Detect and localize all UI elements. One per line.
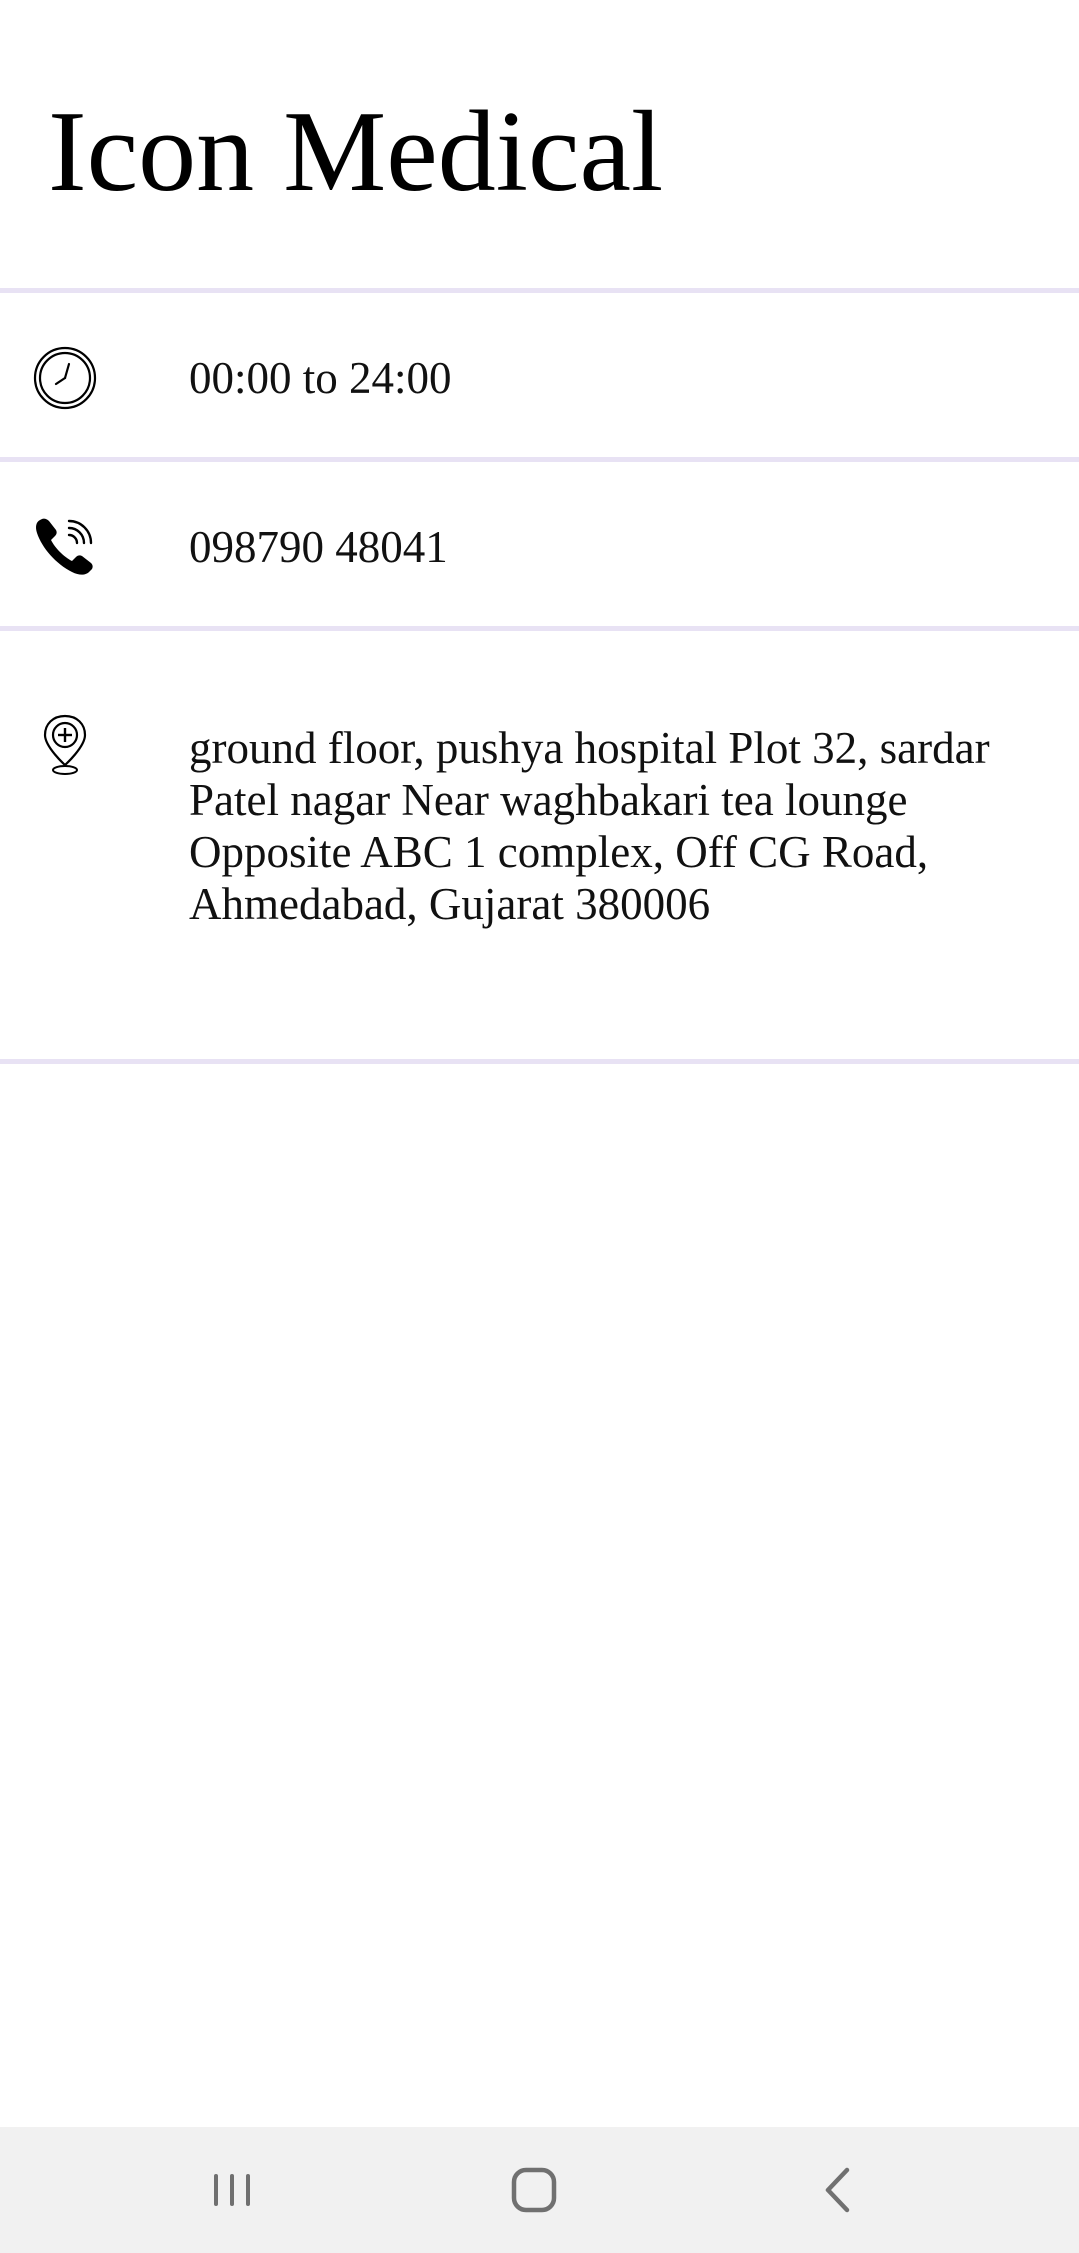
medical-location-pin-icon: [32, 712, 98, 778]
system-navigation-bar: [0, 2127, 1079, 2253]
page-title: Icon Medical: [48, 88, 664, 216]
divider: [0, 1059, 1079, 1064]
recent-apps-icon[interactable]: [197, 2157, 267, 2223]
divider: [0, 288, 1079, 293]
clock-icon: [32, 345, 98, 411]
phone-text[interactable]: 098790 48041: [189, 521, 448, 573]
back-icon[interactable]: [802, 2157, 872, 2223]
divider: [0, 626, 1079, 631]
divider: [0, 457, 1079, 462]
address-text[interactable]: ground floor, pushya hospital Plot 32, s…: [189, 722, 1059, 930]
phone-icon: [32, 514, 98, 580]
home-icon[interactable]: [499, 2157, 569, 2223]
hours-text: 00:00 to 24:00: [189, 353, 452, 403]
